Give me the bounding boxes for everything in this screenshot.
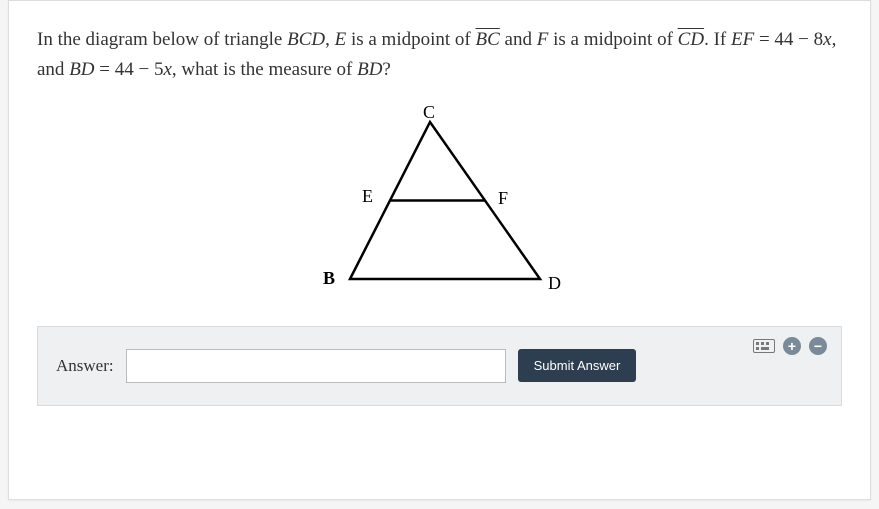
segment-BC: BC: [476, 29, 500, 50]
question-text: In the diagram below of triangle BCD, E …: [37, 25, 842, 86]
triangle-diagram: C E F B D: [310, 104, 570, 304]
label-B: B: [322, 268, 334, 288]
answer-toolbar: + −: [753, 337, 827, 355]
label-E: E: [362, 186, 373, 206]
label-C: C: [422, 104, 434, 122]
segment-CD: CD: [678, 29, 704, 50]
triangle-name: BCD: [287, 29, 325, 50]
var-x: x: [163, 59, 171, 80]
answer-label: Answer:: [56, 356, 114, 376]
text: ,: [325, 29, 335, 50]
var-x: x: [823, 29, 831, 50]
text: =: [754, 29, 774, 50]
text: is a midpoint of: [548, 29, 677, 50]
var-BD: BD: [69, 59, 94, 80]
zoom-in-icon[interactable]: +: [783, 337, 801, 355]
text: 44 − 8: [774, 29, 823, 50]
label-F: F: [498, 188, 508, 208]
answer-row: Answer: Submit Answer: [56, 349, 823, 383]
answer-input[interactable]: [126, 349, 506, 383]
zoom-out-icon[interactable]: −: [809, 337, 827, 355]
submit-button[interactable]: Submit Answer: [518, 349, 637, 382]
point-E: E: [335, 29, 347, 50]
diagram-container: C E F B D: [37, 104, 842, 304]
text: 44 − 5: [115, 59, 164, 80]
text: and: [500, 29, 537, 50]
text: , what is the measure of: [172, 59, 357, 80]
text: ?: [382, 59, 390, 80]
text: . If: [704, 29, 731, 50]
point-F: F: [537, 29, 549, 50]
answer-panel: + − Answer: Submit Answer: [37, 326, 842, 406]
text: In the diagram below of triangle: [37, 29, 287, 50]
text: =: [95, 59, 115, 80]
var-BD: BD: [357, 59, 382, 80]
label-D: D: [548, 273, 561, 293]
keyboard-icon[interactable]: [753, 339, 775, 353]
var-EF: EF: [731, 29, 754, 50]
text: is a midpoint of: [346, 29, 475, 50]
question-card: In the diagram below of triangle BCD, E …: [8, 0, 871, 500]
